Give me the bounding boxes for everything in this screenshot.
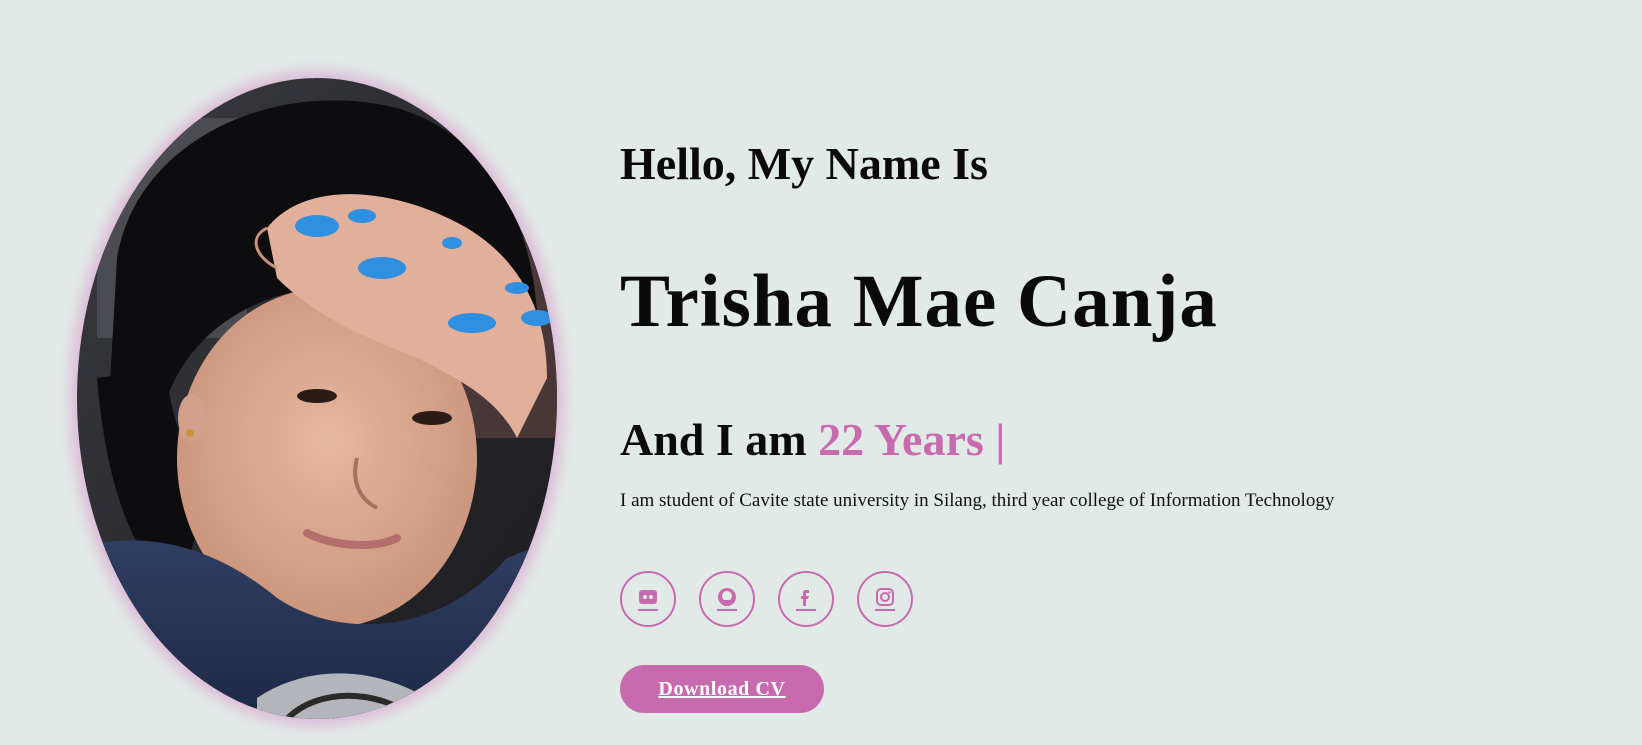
instagram-link[interactable] [857, 571, 913, 627]
social-links [620, 571, 913, 627]
age-prefix: And I am [620, 414, 819, 465]
age-heading: And I am 22 Years | [620, 410, 1005, 470]
name-heading: Trisha Mae Canja [620, 260, 1218, 343]
greeting-heading: Hello, My Name Is [620, 138, 988, 189]
download-cv-button[interactable]: Download CV [620, 665, 824, 713]
facebook-link[interactable] [778, 571, 834, 627]
github-link[interactable] [699, 571, 755, 627]
profile-photo [77, 78, 557, 719]
discord-icon [638, 590, 658, 611]
instagram-icon [875, 588, 895, 611]
portfolio-hero: Hello, My Name Is Trisha Mae Canja And I… [0, 0, 1642, 745]
discord-link[interactable] [620, 571, 676, 627]
profile-photo-image [77, 78, 557, 719]
bio-text: I am student of Cavite state university … [620, 490, 1335, 511]
github-icon [717, 588, 737, 611]
facebook-icon [796, 590, 816, 611]
age-value: 22 Years | [818, 414, 1006, 465]
